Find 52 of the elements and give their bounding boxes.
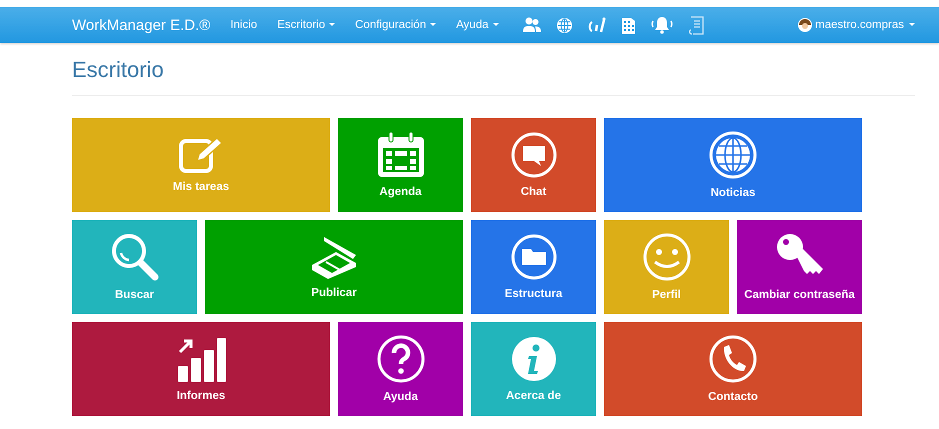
- globe-icon: [709, 131, 757, 179]
- tile-label: Agenda: [379, 186, 422, 198]
- menu-item[interactable]: Escritorio: [277, 19, 336, 31]
- tile[interactable]: Publicar: [205, 220, 463, 314]
- bell-icon[interactable]: [650, 16, 672, 34]
- users-icon[interactable]: [522, 17, 540, 33]
- tile-label: Publicar: [311, 287, 357, 299]
- globe-icon[interactable]: [556, 16, 572, 34]
- tile[interactable]: Ayuda: [338, 322, 463, 416]
- brand-link[interactable]: WorkManager E.D.®: [72, 16, 210, 34]
- info-icon: [510, 336, 556, 382]
- menu-item[interactable]: Inicio: [230, 19, 258, 31]
- scanner-icon: [310, 235, 358, 279]
- tile[interactable]: Informes: [72, 322, 330, 416]
- user-menu[interactable]: maestro.compras: [798, 18, 915, 32]
- tile-label: Contacto: [708, 391, 758, 403]
- tile-label: Perfil: [652, 289, 681, 301]
- folder-icon: [510, 234, 556, 280]
- tile[interactable]: Estructura: [471, 220, 596, 314]
- menu-item[interactable]: Configuración: [355, 19, 436, 31]
- building-icon[interactable]: [620, 16, 636, 34]
- tile-label: Acerca de: [506, 390, 561, 402]
- smiley-icon: [642, 233, 690, 281]
- caret-icon: [909, 23, 915, 27]
- chat-icon: [510, 132, 556, 178]
- tile-label: Informes: [176, 390, 226, 402]
- tile[interactable]: Buscar: [72, 220, 197, 314]
- avatar-icon: [798, 18, 812, 32]
- tile-label: Chat: [520, 186, 546, 198]
- tile-label: Ayuda: [383, 391, 418, 403]
- edit-icon: [179, 137, 223, 173]
- tile-label: Estructura: [504, 288, 562, 300]
- tile-label: Cambiar contraseña: [744, 289, 855, 301]
- tile[interactable]: Contacto: [604, 322, 862, 416]
- tile[interactable]: Mis tareas: [72, 118, 330, 212]
- bar-chart-icon: [176, 336, 226, 382]
- tile-label: Mis tareas: [172, 181, 230, 193]
- phone-icon: [709, 335, 757, 383]
- tile-label: Noticias: [710, 187, 756, 199]
- document-icon[interactable]: [688, 16, 704, 34]
- tile[interactable]: Noticias: [604, 118, 862, 212]
- tile[interactable]: Chat: [471, 118, 596, 212]
- calendar-icon: [376, 132, 424, 178]
- tile-label: Buscar: [115, 289, 154, 301]
- tile[interactable]: Cambiar contraseña: [737, 220, 862, 314]
- search-icon: [110, 233, 158, 281]
- tile[interactable]: Perfil: [604, 220, 729, 314]
- menu-item[interactable]: Ayuda: [456, 19, 498, 31]
- tile[interactable]: Acerca de: [471, 322, 596, 416]
- tile[interactable]: Agenda: [338, 118, 463, 212]
- page-title: Escritorio: [72, 57, 165, 83]
- help-icon: [376, 335, 424, 383]
